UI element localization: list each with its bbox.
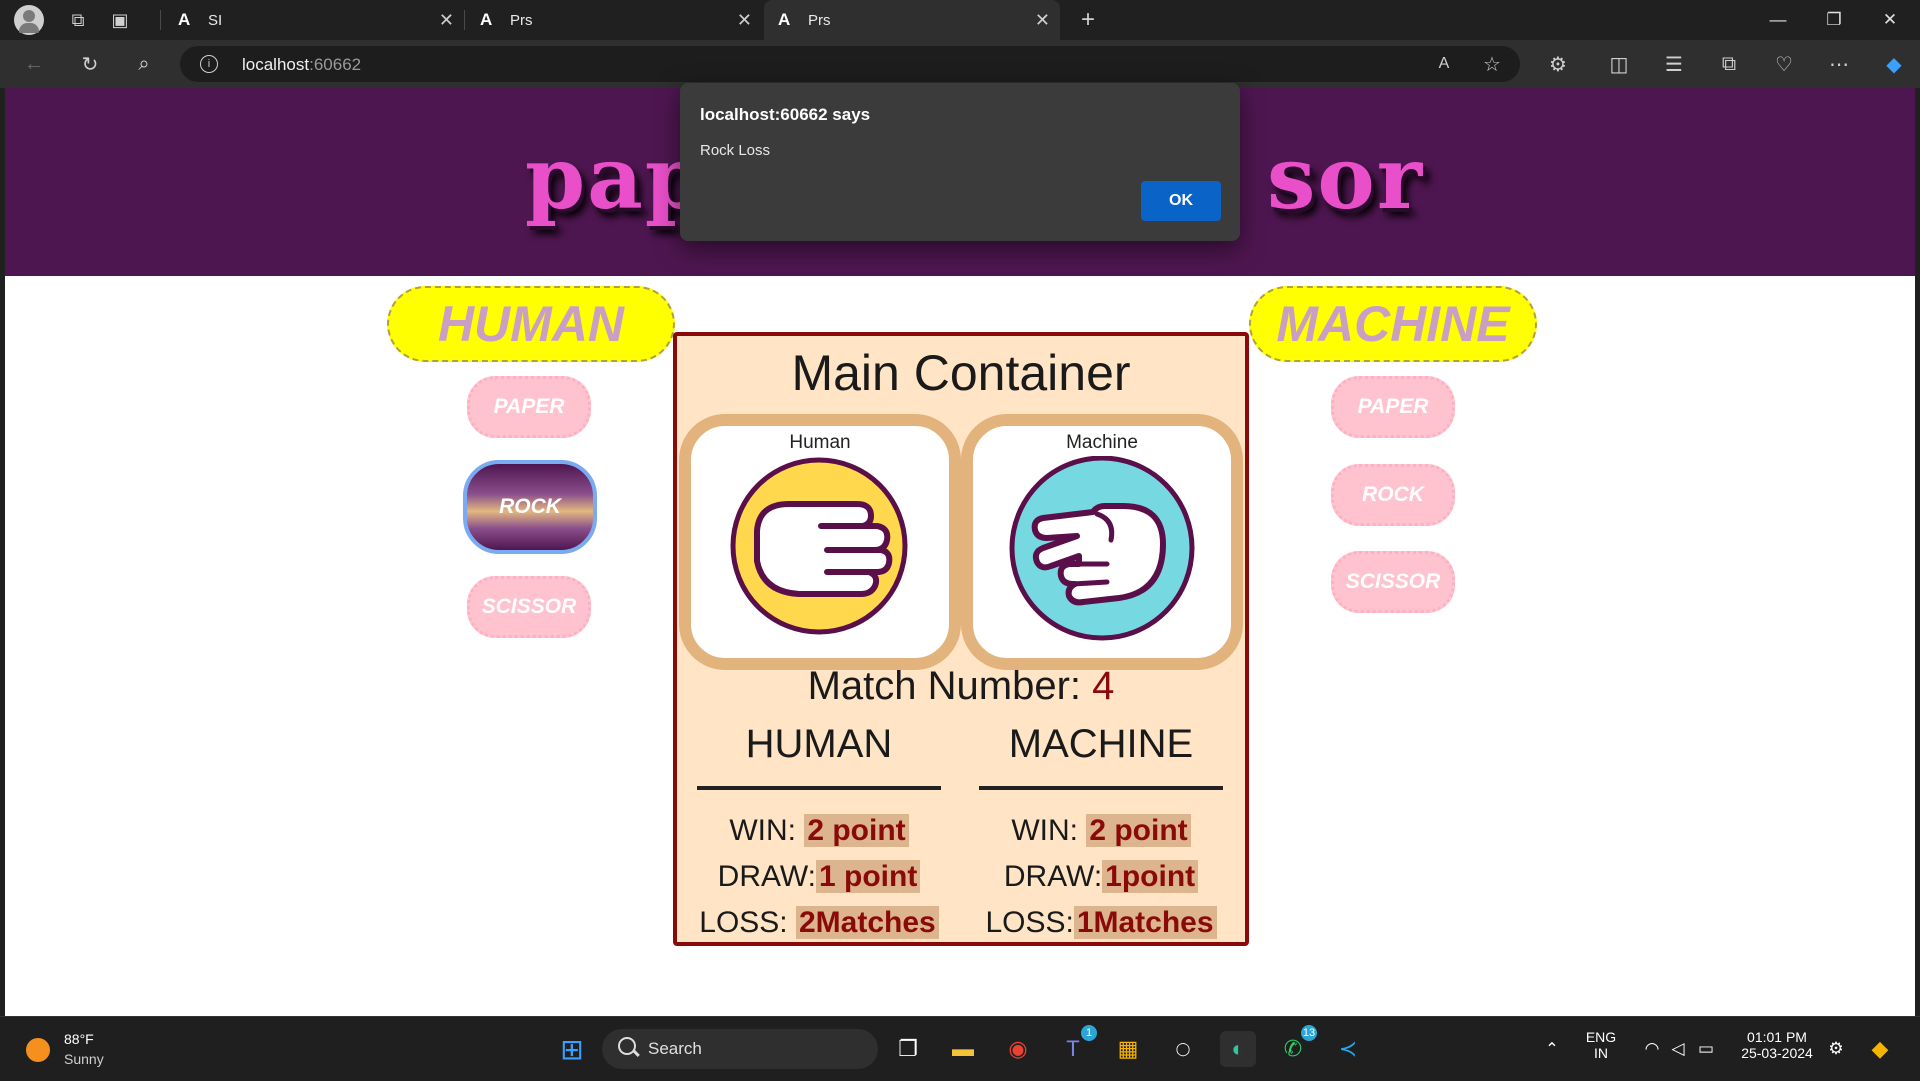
- machine-win-stat: WIN: 2 point: [979, 814, 1223, 848]
- profile-avatar-icon[interactable]: [14, 5, 44, 35]
- settings-gear-icon[interactable]: ⚙: [1818, 1031, 1854, 1067]
- chrome-icon[interactable]: ◉: [1000, 1031, 1036, 1067]
- lang-indicator[interactable]: ENG IN: [1578, 1029, 1624, 1061]
- angular-icon: A: [778, 10, 791, 29]
- machine-draw-stat: DRAW: 1point: [979, 860, 1223, 894]
- file-explorer-icon[interactable]: ▬: [945, 1031, 981, 1067]
- clock[interactable]: 01:01 PM 25-03-2024: [1734, 1029, 1820, 1061]
- divider: [979, 786, 1223, 790]
- weather-temperature[interactable]: 88°F: [64, 1031, 94, 1047]
- close-tab-icon[interactable]: ✕: [439, 10, 454, 31]
- close-window-icon[interactable]: ✕: [1862, 0, 1918, 40]
- human-loss-stat: LOSS: 2Matches: [697, 906, 941, 940]
- browser-tab-strip: ⧉ ▣ A SI ✕ A Prs ✕ A Prs ✕ + — ❐ ✕: [0, 0, 1920, 40]
- favorites-icon[interactable]: ☰: [1660, 50, 1688, 78]
- dialog-title: localhost:60662 says: [700, 105, 871, 124]
- task-view-icon[interactable]: ❐: [890, 1031, 926, 1067]
- machine-loss-stat: LOSS: 1Matches: [979, 906, 1223, 940]
- machine-hand-card: Machine: [961, 414, 1243, 670]
- human-draw-stat: DRAW: 1 point: [697, 860, 941, 894]
- tab-title: Prs: [808, 11, 831, 29]
- favorite-star-icon[interactable]: ☆: [1478, 50, 1506, 78]
- store-icon[interactable]: ▦: [1110, 1031, 1146, 1067]
- taskbar-search[interactable]: Search: [602, 1029, 878, 1069]
- copilot-taskbar-icon[interactable]: ◆: [1862, 1031, 1898, 1067]
- weather-sun-icon[interactable]: [26, 1038, 50, 1062]
- tab-title: SI: [208, 11, 223, 29]
- teams-badge: 1: [1081, 1025, 1097, 1041]
- divider: [697, 786, 941, 790]
- angular-icon: A: [178, 10, 191, 29]
- edge-icon[interactable]: ◐: [1220, 1031, 1256, 1067]
- close-tab-icon[interactable]: ✕: [1035, 10, 1050, 31]
- human-rock-button[interactable]: ROCK: [463, 460, 597, 554]
- split-screen-icon[interactable]: ◫: [1605, 50, 1633, 78]
- copilot-icon[interactable]: ◆: [1880, 50, 1908, 78]
- human-scissor-button[interactable]: SCISSOR: [467, 576, 591, 638]
- human-hand-card: Human: [679, 414, 961, 670]
- whatsapp-badge: 13: [1301, 1025, 1317, 1041]
- windows-start-icon[interactable]: ⊞: [554, 1031, 590, 1067]
- machine-rock-button[interactable]: ROCK: [1331, 464, 1455, 526]
- browser-tab-3-active[interactable]: A Prs ✕: [764, 0, 1060, 40]
- refresh-icon[interactable]: ↻: [76, 50, 104, 78]
- battery-icon[interactable]: ▭: [1688, 1031, 1724, 1067]
- machine-card-label: Machine: [1066, 432, 1138, 453]
- vscode-icon[interactable]: ≺: [1330, 1031, 1366, 1067]
- weather-condition[interactable]: Sunny: [64, 1051, 104, 1067]
- human-score-header: HUMAN: [745, 722, 893, 766]
- match-number: Match Number: 4: [807, 664, 1115, 708]
- machine-paper-button[interactable]: PAPER: [1331, 376, 1455, 438]
- dialog-message: Rock Loss: [700, 142, 771, 159]
- rock-hand-icon: [730, 457, 908, 635]
- human-paper-button[interactable]: PAPER: [467, 376, 591, 438]
- search-label: Search: [648, 1039, 702, 1058]
- workspaces-icon[interactable]: ⧉: [64, 6, 92, 34]
- url-text: localhost:60662: [242, 55, 362, 74]
- collections-icon[interactable]: ⧉: [1715, 50, 1743, 78]
- search-icon: [618, 1037, 636, 1055]
- human-win-stat: WIN: 2 point: [697, 814, 941, 848]
- site-info-icon[interactable]: i: [200, 55, 218, 73]
- teams-icon[interactable]: T1: [1055, 1025, 1097, 1067]
- browser-tab-2[interactable]: A Prs ✕: [466, 0, 762, 40]
- whatsapp-icon[interactable]: ✆ 13: [1275, 1025, 1317, 1067]
- dell-icon[interactable]: ◯: [1165, 1031, 1201, 1067]
- tab-actions-icon[interactable]: ▣: [106, 6, 134, 34]
- more-menu-icon[interactable]: ⋯: [1825, 50, 1853, 78]
- main-container: Main Container Human Machine Match Numbe…: [673, 332, 1249, 946]
- new-tab-icon[interactable]: +: [1074, 6, 1102, 34]
- browser-tab-1[interactable]: A SI ✕: [164, 0, 464, 40]
- address-bar-row: ← ↻ ⌕ i localhost:60662 A ☆ ⚙ ◫ ☰ ⧉ ♡ ⋯ …: [0, 40, 1920, 88]
- back-icon[interactable]: ←: [20, 50, 48, 78]
- machine-scissor-button[interactable]: SCISSOR: [1331, 551, 1455, 613]
- url-input[interactable]: i localhost:60662 A ☆: [180, 46, 1520, 82]
- extensions-icon[interactable]: ⚙: [1544, 50, 1572, 78]
- dialog-ok-button[interactable]: OK: [1141, 181, 1221, 221]
- tray-chevron-up-icon[interactable]: ⌃: [1534, 1031, 1570, 1067]
- angular-icon: A: [480, 10, 493, 29]
- human-card-label: Human: [789, 432, 851, 453]
- tab-title: Prs: [510, 11, 533, 29]
- scissor-hand-icon: [1009, 456, 1195, 641]
- search-icon[interactable]: ⌕: [130, 50, 158, 78]
- main-container-title: Main Container: [791, 345, 1131, 401]
- human-title: HUMAN: [387, 286, 675, 362]
- machine-score-header: MACHINE: [1008, 722, 1194, 766]
- taskbar: 88°F Sunny ⊞ Search ❐ ▬ ◉ T1 ▦ ◯ ◐ ✆ 13 ≺…: [0, 1016, 1920, 1081]
- alert-dialog: localhost:60662 says Rock Loss OK: [680, 83, 1240, 241]
- machine-title: MACHINE: [1249, 286, 1537, 362]
- close-tab-icon[interactable]: ✕: [737, 10, 752, 31]
- read-aloud-icon[interactable]: A: [1430, 50, 1458, 78]
- restore-icon[interactable]: ❐: [1806, 0, 1862, 40]
- performance-icon[interactable]: ♡: [1770, 50, 1798, 78]
- minimize-icon[interactable]: —: [1750, 0, 1806, 40]
